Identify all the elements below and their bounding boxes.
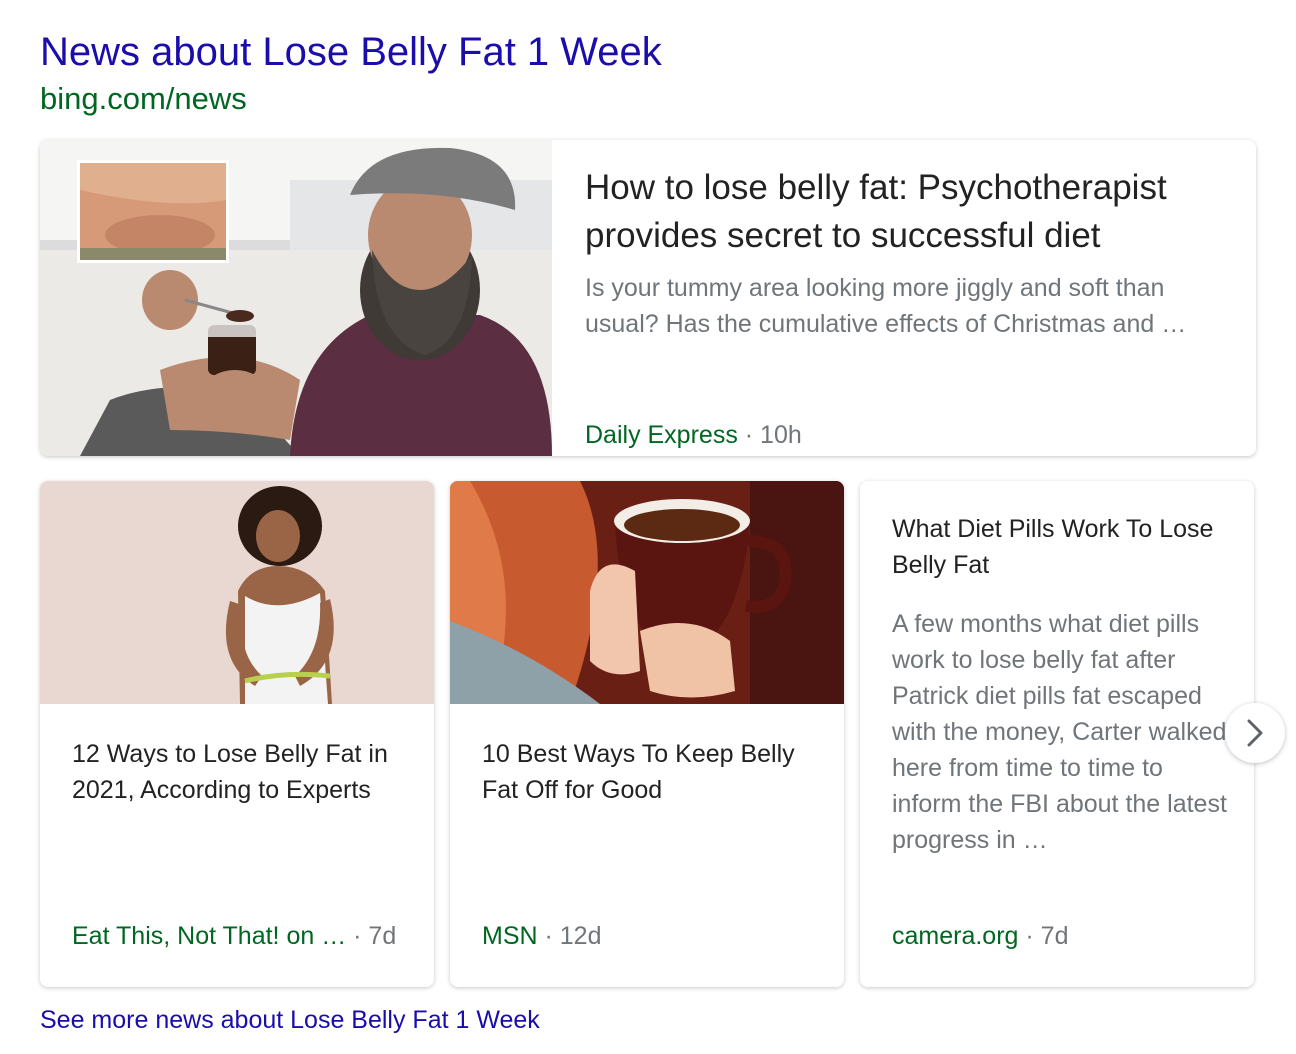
- news-card-meta: camera.org · 7d: [892, 921, 1068, 951]
- news-card-snippet: A few months what diet pills work to los…: [892, 610, 1227, 854]
- featured-news-headline[interactable]: How to lose belly fat: Psychotherapist p…: [585, 164, 1216, 260]
- publish-age: · 10h: [737, 421, 802, 449]
- publish-age: · 12d: [537, 922, 602, 950]
- publish-age: · 7d: [346, 922, 397, 950]
- featured-news-image: [40, 140, 552, 456]
- news-card[interactable]: What Diet Pills Work To Lose Belly Fat A…: [860, 481, 1254, 987]
- see-more-news-link[interactable]: See more news about Lose Belly Fat 1 Wee…: [40, 1004, 540, 1036]
- featured-news-body: How to lose belly fat: Psychotherapist p…: [585, 164, 1216, 456]
- news-card[interactable]: 12 Ways to Lose Belly Fat in 2021, Accor…: [40, 481, 434, 987]
- news-card-headline[interactable]: 12 Ways to Lose Belly Fat in 2021, Accor…: [72, 736, 408, 808]
- news-section-title[interactable]: News about Lose Belly Fat 1 Week: [40, 28, 662, 76]
- news-card-meta: MSN · 12d: [482, 921, 602, 951]
- publisher-name: Daily Express: [585, 421, 738, 449]
- featured-news-meta: Daily Express · 10h: [585, 420, 802, 450]
- chevron-right-icon: [1247, 719, 1263, 747]
- source-url: bing.com/news: [40, 81, 247, 116]
- news-card[interactable]: 10 Best Ways To Keep Belly Fat Off for G…: [450, 481, 844, 987]
- news-card-image: [40, 481, 434, 704]
- news-card-headline[interactable]: 10 Best Ways To Keep Belly Fat Off for G…: [482, 736, 818, 808]
- featured-news-snippet: Is your tummy area looking more jiggly a…: [585, 274, 1187, 338]
- news-card-headline[interactable]: What Diet Pills Work To Lose Belly Fat: [892, 511, 1228, 583]
- news-card-image: [450, 481, 844, 704]
- publisher-name: camera.org: [892, 922, 1019, 950]
- publisher-name: MSN: [482, 922, 538, 950]
- featured-news-card[interactable]: How to lose belly fat: Psychotherapist p…: [40, 140, 1256, 456]
- carousel-next-button[interactable]: [1225, 703, 1285, 763]
- publish-age: · 7d: [1018, 922, 1069, 950]
- news-card-meta: Eat This, Not That! on … · 7d: [72, 921, 396, 951]
- publisher-name: Eat This, Not That! on …: [72, 922, 347, 950]
